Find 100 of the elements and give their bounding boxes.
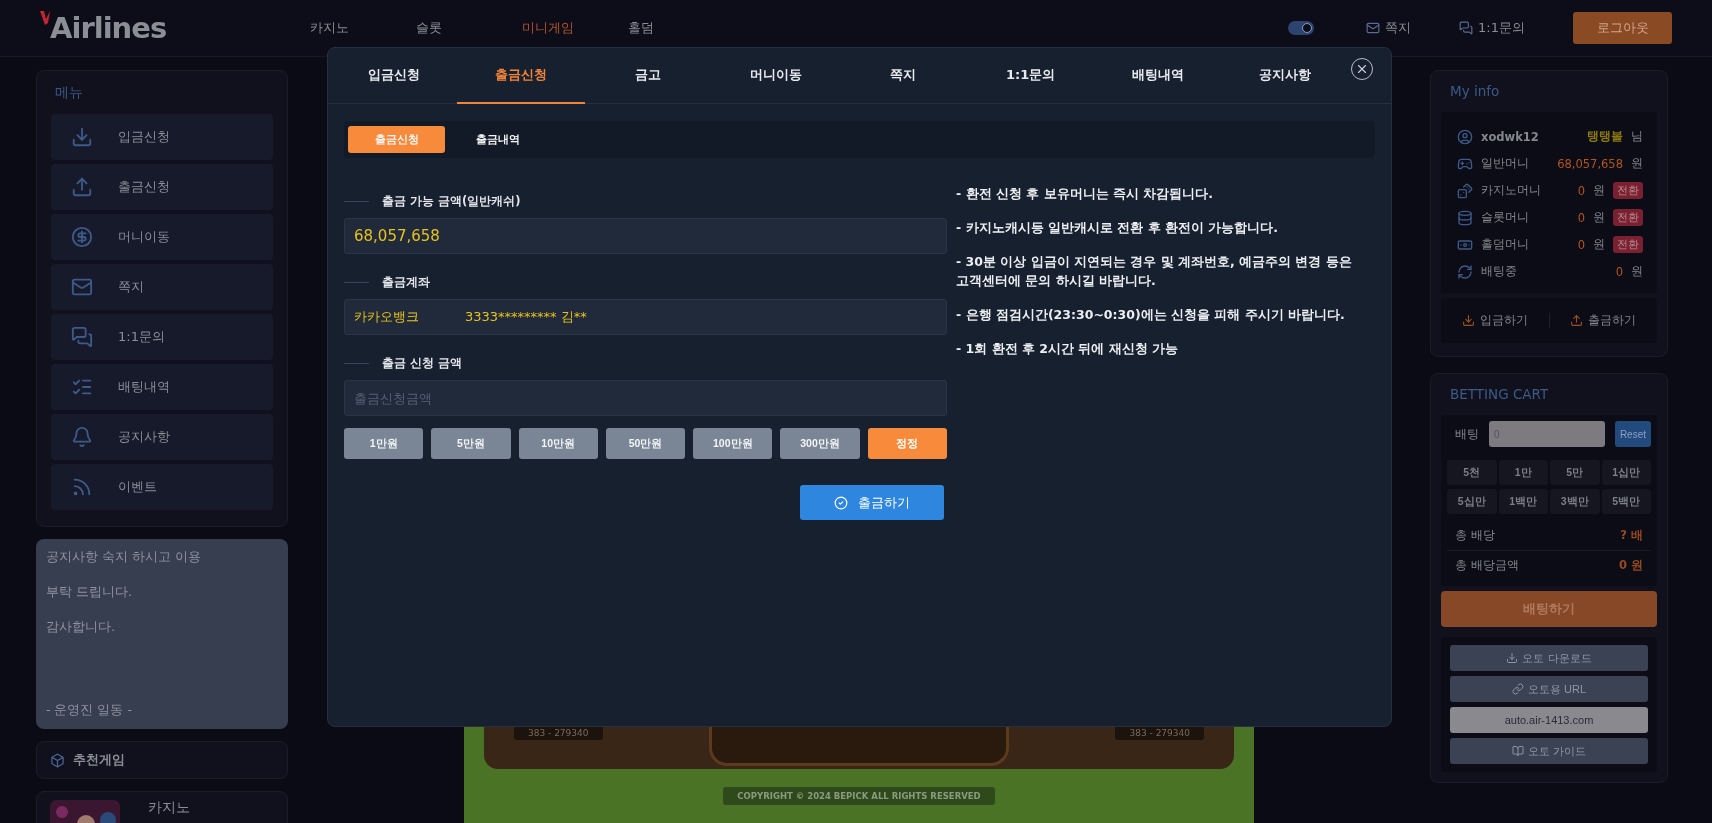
notice-text: 공지사항 숙지 하시고 이용 bbox=[46, 549, 202, 566]
dialog-tab[interactable]: 머니이동 bbox=[712, 48, 840, 104]
auto-button[interactable]: 오토 가이드 bbox=[1450, 738, 1648, 764]
reset-button[interactable]: Reset bbox=[1614, 421, 1651, 447]
notice-text: - 카지노캐시등 일반캐시로 전환 후 환전이 가능합니다. bbox=[956, 219, 1280, 237]
convert-button[interactable]: 전환 bbox=[1613, 182, 1643, 199]
url-field[interactable]: auto.air-1413.com bbox=[1450, 707, 1648, 733]
notice-text: 부탁 드립니다. bbox=[46, 584, 133, 601]
field-label: 출금 신청 금액 bbox=[382, 355, 462, 371]
dark-mode-toggle[interactable] bbox=[1288, 21, 1315, 35]
balance-amount: 68,057,658 bbox=[1557, 156, 1623, 171]
nav-link[interactable]: 홀덤 bbox=[628, 19, 734, 37]
amount-button[interactable]: 5만원 bbox=[431, 428, 511, 459]
amount-chip[interactable]: 3백만 bbox=[1550, 489, 1600, 514]
amount-button[interactable]: 1만원 bbox=[344, 428, 424, 459]
menu-item[interactable]: 1:1문의 bbox=[51, 314, 273, 360]
menu-item[interactable]: 이벤트 bbox=[51, 464, 273, 510]
nav-link[interactable]: 미니게임 bbox=[522, 19, 628, 37]
menu-item[interactable]: 출금신청 bbox=[51, 164, 273, 210]
money-bag-icon bbox=[71, 226, 93, 248]
check-circle-icon bbox=[834, 495, 848, 510]
amount-button[interactable]: 100만원 bbox=[693, 428, 773, 459]
user-grade: 탱탱볼 bbox=[1587, 129, 1623, 144]
total-value: 0 원 bbox=[1619, 558, 1643, 573]
amount-chip[interactable]: 1십만 bbox=[1601, 460, 1651, 485]
dialog-tab[interactable]: 쪽지 bbox=[839, 48, 967, 104]
amount-chip[interactable]: 1백만 bbox=[1498, 489, 1548, 514]
withdraw-link[interactable]: 출금하기 bbox=[1548, 313, 1657, 328]
download-icon bbox=[1506, 652, 1519, 664]
auto-button[interactable]: 오토용 URL bbox=[1450, 676, 1648, 702]
message-link[interactable]: 쪽지 bbox=[1366, 19, 1412, 37]
cube-icon bbox=[50, 752, 65, 768]
menu-item[interactable]: 머니이동 bbox=[51, 214, 273, 260]
link-icon bbox=[1511, 683, 1524, 695]
my-info-title: My info bbox=[1449, 82, 1501, 101]
bank-name: 카카오뱅크 bbox=[354, 308, 419, 326]
recommended-title: 추천게임 bbox=[73, 751, 125, 769]
amount-input-field[interactable]: 출금신청금액 bbox=[344, 380, 947, 416]
upload-icon bbox=[71, 176, 93, 198]
currency-unit: 원 bbox=[1631, 264, 1643, 279]
auto-button[interactable]: 오토 다운로드 bbox=[1450, 645, 1648, 671]
nav-link[interactable]: 슬롯 bbox=[416, 19, 522, 37]
clear-button[interactable]: 정정 bbox=[867, 428, 947, 459]
dialog-tab[interactable]: 출금신청 bbox=[457, 48, 585, 104]
logo[interactable]: Airlines bbox=[50, 11, 167, 45]
mail-icon bbox=[1366, 21, 1381, 35]
amount-button[interactable]: 50만원 bbox=[605, 428, 686, 459]
mail-icon bbox=[71, 276, 93, 298]
dialog-tab[interactable]: 금고 bbox=[584, 48, 713, 104]
menu-item[interactable]: 공지사항 bbox=[51, 414, 273, 460]
notice-signature: - 운영진 일동 - bbox=[46, 702, 133, 719]
amount-chip[interactable]: 5백만 bbox=[1601, 489, 1651, 514]
menu-item[interactable]: 쪽지 bbox=[51, 264, 273, 310]
dice-icon bbox=[1457, 182, 1473, 199]
download-icon bbox=[71, 126, 93, 148]
amount-button[interactable]: 300만원 bbox=[780, 428, 860, 459]
dialog-tab[interactable]: 배팅내역 bbox=[1094, 48, 1222, 104]
subtab[interactable]: 출금내역 bbox=[449, 126, 546, 153]
notice-text: - 1회 환전 후 2시간 뒤에 재신청 가능 bbox=[956, 340, 1180, 358]
deposit-link[interactable]: 입금하기 bbox=[1441, 313, 1549, 328]
username: xodwk12 bbox=[1481, 129, 1540, 144]
betting-cart-title: BETTING CART bbox=[1449, 385, 1550, 404]
game-card[interactable]: 카지노 bbox=[36, 791, 288, 823]
account-number: 3333********* 김** bbox=[465, 308, 587, 326]
chat-icon bbox=[71, 326, 93, 348]
currency-unit: 원 bbox=[1593, 210, 1605, 225]
field-label: 출금 가능 금액(일반캐쉬) bbox=[382, 193, 521, 209]
menu-item[interactable]: 입금신청 bbox=[51, 114, 273, 160]
balance-label: 슬롯머니 bbox=[1481, 210, 1530, 225]
download-icon bbox=[1461, 314, 1475, 327]
amount-chip[interactable]: 5만 bbox=[1550, 460, 1600, 485]
user-icon bbox=[1457, 128, 1473, 145]
balance-amount: 0 bbox=[1577, 183, 1585, 198]
amount-chip[interactable]: 1만 bbox=[1498, 460, 1548, 485]
amount-value: 68,057,658 bbox=[354, 227, 440, 245]
logout-button[interactable]: 로그아웃 bbox=[1573, 12, 1672, 44]
dialog-tab[interactable]: 입금신청 bbox=[330, 48, 458, 104]
convert-button[interactable]: 전환 bbox=[1613, 236, 1643, 253]
withdraw-button[interactable]: 출금하기 bbox=[800, 485, 944, 520]
dialog-tab[interactable]: 1:1문의 bbox=[966, 48, 1095, 104]
notice-text: - 은행 점검시간(23:30~0:30)에는 신청을 피해 주시기 바랍니다. bbox=[956, 306, 1346, 324]
convert-button[interactable]: 전환 bbox=[1613, 209, 1643, 226]
currency-unit: 원 bbox=[1593, 237, 1605, 252]
balance-amount: 0 bbox=[1577, 237, 1585, 252]
balance-amount: 0 bbox=[1577, 210, 1585, 225]
nav-link[interactable]: 카지노 bbox=[310, 19, 416, 37]
dialog-tab[interactable]: 공지사항 bbox=[1221, 48, 1349, 104]
database-icon bbox=[1457, 209, 1473, 226]
currency-unit: 원 bbox=[1593, 183, 1605, 198]
amount-button[interactable]: 10만원 bbox=[518, 428, 598, 459]
amount-chip[interactable]: 5천 bbox=[1447, 460, 1497, 485]
menu-item[interactable]: 배팅내역 bbox=[51, 364, 273, 410]
bell-icon bbox=[71, 426, 93, 448]
bet-label: 배팅 bbox=[1455, 426, 1479, 442]
inquiry-link[interactable]: 1:1문의 bbox=[1459, 19, 1525, 37]
currency-unit: 원 bbox=[1631, 156, 1643, 171]
total-label: 총 배당금액 bbox=[1455, 558, 1519, 573]
balance-label: 홀덤머니 bbox=[1481, 237, 1530, 252]
balance-label: 배팅중 bbox=[1481, 264, 1518, 279]
amount-chip[interactable]: 5십만 bbox=[1447, 489, 1497, 514]
